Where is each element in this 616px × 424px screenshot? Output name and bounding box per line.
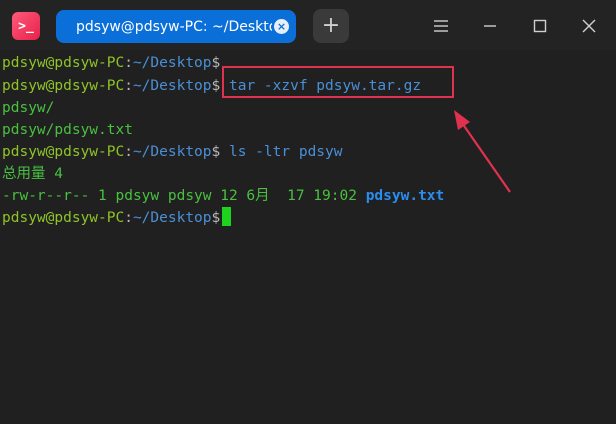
- close-icon: [582, 19, 596, 33]
- prompt-path: ~/Desktop: [132, 210, 212, 226]
- annotation-arrow-icon: [454, 110, 511, 193]
- ls-command-text: ls -ltr pdsyw: [220, 144, 343, 160]
- menu-button[interactable]: [428, 13, 454, 39]
- terminal-line-prompt: pdsyw@pdsyw-PC:~/Desktop$: [2, 52, 220, 74]
- tab-terminal[interactable]: pdsyw@pdsyw-PC: ~/Desktop ×: [56, 10, 296, 43]
- prompt-user: pdsyw@pdsyw-PC: [2, 210, 125, 226]
- prompt-colon: :: [124, 144, 133, 160]
- terminal-line-output: pdsyw/pdsyw.txt: [2, 122, 133, 138]
- prompt-user: pdsyw@pdsyw-PC: [2, 78, 125, 94]
- title-bar: >_ pdsyw@pdsyw-PC: ~/Desktop × +: [0, 0, 616, 50]
- prompt-dollar: $: [211, 78, 221, 94]
- prompt-dollar: $: [211, 210, 221, 226]
- prompt-dollar: $: [211, 55, 221, 71]
- prompt-colon: :: [124, 55, 133, 71]
- listing-filename: pdsyw.txt: [365, 188, 445, 204]
- tab-title: pdsyw@pdsyw-PC: ~/Desktop: [76, 18, 272, 35]
- prompt-colon: :: [124, 78, 133, 94]
- prompt-path: ~/Desktop: [132, 144, 212, 160]
- prompt-user: pdsyw@pdsyw-PC: [2, 144, 125, 160]
- prompt-path: ~/Desktop: [132, 78, 212, 94]
- terminal-app-icon[interactable]: >_: [12, 12, 40, 40]
- close-button[interactable]: [576, 13, 602, 39]
- listing-meta: -rw-r--r-- 1 pdsyw pdsyw 12 6月 17 19:02: [2, 188, 366, 204]
- prompt-path: ~/Desktop: [132, 55, 212, 71]
- hamburger-menu-icon: [434, 20, 448, 32]
- new-tab-button[interactable]: +: [313, 9, 349, 43]
- terminal-line-output: pdsyw/: [2, 100, 55, 116]
- terminal-line-prompt: pdsyw@pdsyw-PC:~/Desktop$ ls -ltr pdsyw: [2, 141, 342, 163]
- terminal-line-listing: -rw-r--r-- 1 pdsyw pdsyw 12 6月 17 19:02 …: [2, 185, 444, 207]
- tab-close-icon[interactable]: ×: [274, 19, 289, 34]
- prompt-dollar: $: [211, 144, 221, 160]
- maximize-icon: [533, 19, 547, 33]
- minimize-icon: [484, 25, 496, 27]
- minimize-button[interactable]: [477, 13, 503, 39]
- text-cursor: [222, 207, 232, 226]
- highlight-annotation-box: [222, 66, 454, 98]
- maximize-button[interactable]: [527, 13, 553, 39]
- terminal-line-prompt: pdsyw@pdsyw-PC:~/Desktop$: [2, 207, 232, 229]
- prompt-user: pdsyw@pdsyw-PC: [2, 55, 125, 71]
- terminal-line-output: 总用量 4: [2, 166, 63, 182]
- prompt-colon: :: [124, 210, 133, 226]
